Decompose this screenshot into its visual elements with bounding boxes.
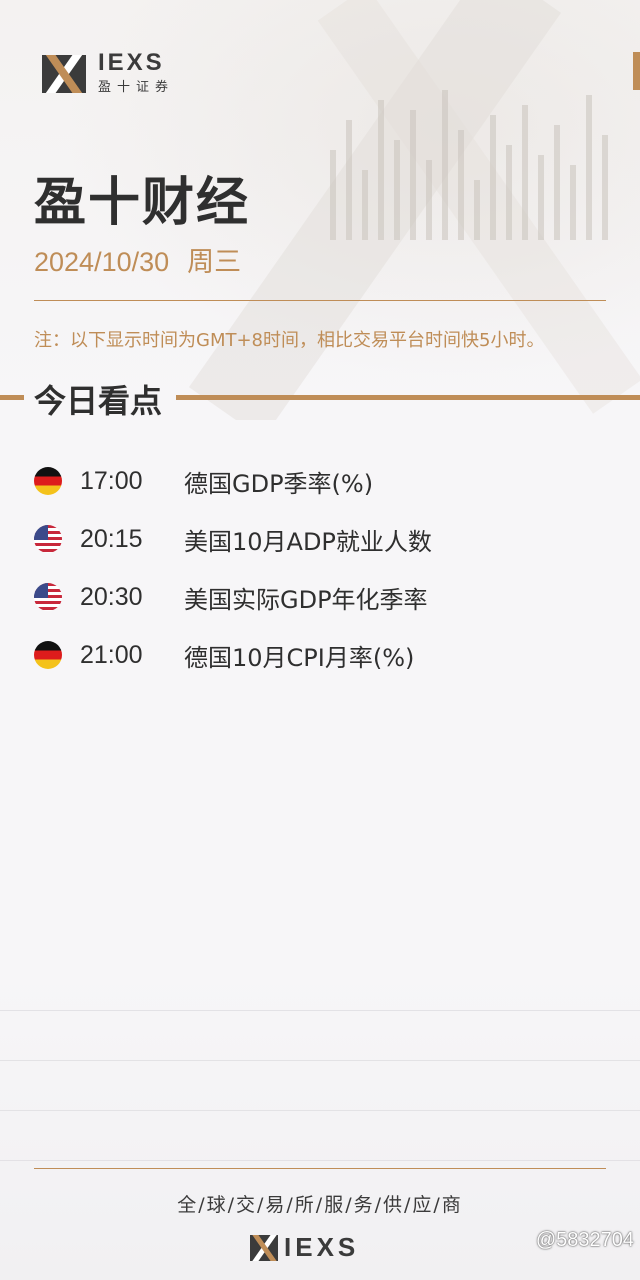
section-header: 今日看点 xyxy=(0,376,640,420)
watermark-text: @5832704 xyxy=(535,1229,634,1251)
page-title: 盈十财经 xyxy=(34,173,251,233)
section-title: 今日看点 xyxy=(34,382,163,420)
accent-tab xyxy=(633,52,640,90)
logo-en-text: IEXS xyxy=(98,49,165,76)
event-name: 德国10月CPI月率(%) xyxy=(184,643,415,672)
event-item: 17:00 德国GDP季率(%) xyxy=(34,452,614,510)
event-time: 20:15 xyxy=(80,524,143,553)
event-name: 美国10月ADP就业人数 xyxy=(184,527,432,556)
usa-flag-icon xyxy=(34,525,62,553)
weekday-text: 周三 xyxy=(187,247,242,277)
event-name: 德国GDP季率(%) xyxy=(184,469,374,498)
footer-logo-text: IEXS xyxy=(284,1232,360,1262)
footer-divider xyxy=(34,1168,606,1169)
date-row: 2024/10/30 周三 xyxy=(34,240,241,279)
germany-flag-icon xyxy=(34,641,62,669)
footer-tagline: 全/球/交/易/所/服/务/供/应/商 xyxy=(177,1194,463,1216)
timezone-note: 注：以下显示时间为GMT+8时间，相比交易平台时间快5小时。 xyxy=(34,330,545,351)
event-time: 21:00 xyxy=(80,640,143,669)
event-item: 21:00 德国10月CPI月率(%) xyxy=(34,626,614,684)
iexs-logo-icon xyxy=(250,1234,278,1261)
usa-flag-icon xyxy=(34,583,62,611)
event-time: 17:00 xyxy=(80,466,143,495)
germany-flag-icon xyxy=(34,467,62,495)
event-item: 20:15 美国10月ADP就业人数 xyxy=(34,510,614,568)
date-text: 2024/10/30 xyxy=(34,247,170,277)
event-list: 17:00 德国GDP季率(%) 20:15 美国10月ADP就业人数 20:3… xyxy=(34,452,614,684)
section-rule-right xyxy=(176,395,640,400)
event-time: 20:30 xyxy=(80,582,143,611)
divider xyxy=(34,300,606,301)
footer-logo: IEXS xyxy=(250,1232,359,1263)
logo-cn-text: 盈十证券 xyxy=(98,80,175,95)
section-rule-left xyxy=(0,395,24,400)
event-item: 20:30 美国实际GDP年化季率 xyxy=(34,568,614,626)
event-name: 美国实际GDP年化季率 xyxy=(184,585,428,614)
iexs-logo-icon xyxy=(42,54,86,93)
brand-logo: IEXS 盈十证券 xyxy=(42,49,175,95)
